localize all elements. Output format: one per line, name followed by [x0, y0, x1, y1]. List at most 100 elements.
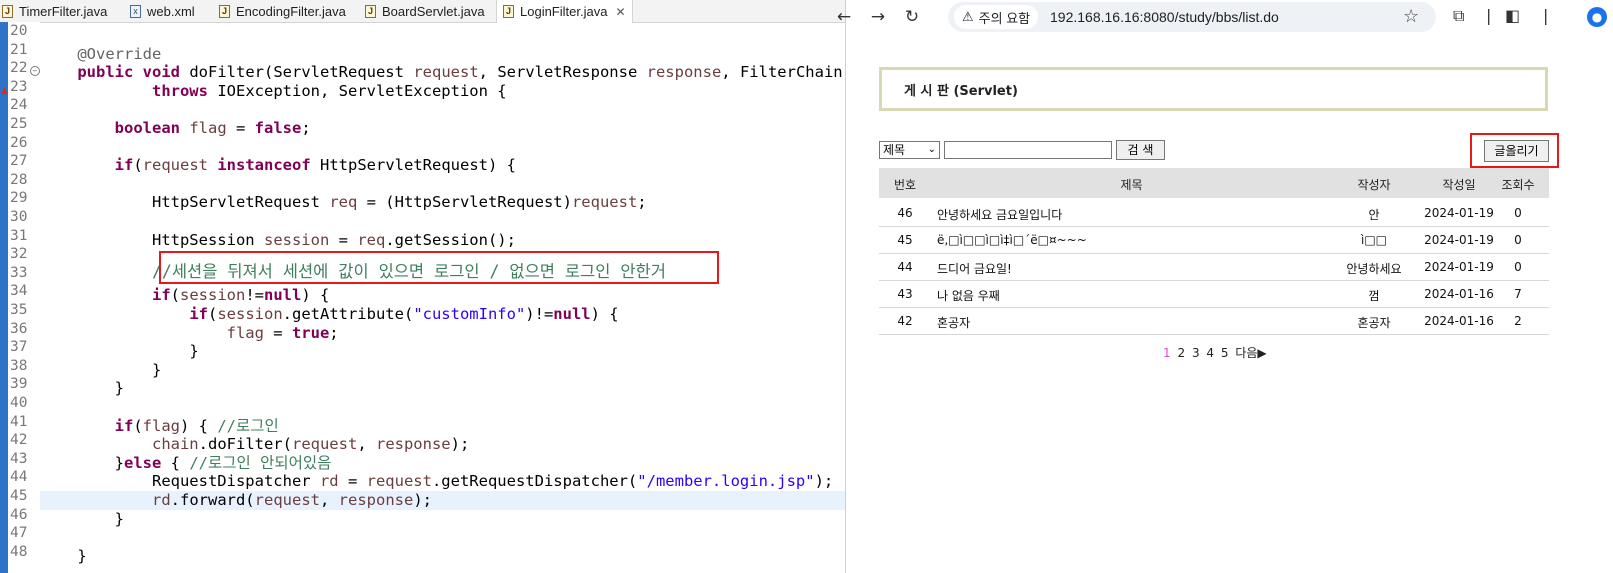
- code-line-44: RequestDispatcher rd = request.getReques…: [151, 472, 834, 491]
- code-line-37: }: [189, 342, 199, 361]
- row-author: 안: [1368, 208, 1380, 222]
- search-field-select[interactable]: 제목 ⌄: [879, 141, 940, 159]
- page-link-4[interactable]: 4: [1206, 346, 1214, 360]
- line-number: 32: [10, 246, 28, 263]
- tab-label: TimerFilter.java: [19, 3, 108, 19]
- code-line-41: if(flag) { //로그인: [114, 416, 279, 435]
- pagination: 1 2 3 4 5 다음▶: [1163, 344, 1270, 361]
- tab-label: EncodingFilter.java: [236, 3, 346, 19]
- back-icon[interactable]: ←: [833, 6, 855, 28]
- editor-tab-bar: J TimerFilter.java x web.xml J EncodingF…: [0, 0, 845, 23]
- bookmark-star-icon[interactable]: ☆: [1403, 6, 1419, 27]
- line-number: 38: [10, 357, 28, 374]
- row-subject-link[interactable]: 혼공자: [937, 314, 970, 331]
- tab-boardservlet[interactable]: J BoardServlet.java: [365, 0, 485, 22]
- page-link-2[interactable]: 2: [1177, 346, 1185, 360]
- row-num: 46: [897, 206, 913, 220]
- line-number: 31: [10, 227, 28, 244]
- row-num: 42: [897, 314, 913, 328]
- code-line-31: HttpSession session = req.getSession();: [151, 230, 516, 249]
- forward-icon[interactable]: →: [867, 6, 889, 28]
- table-row: 45 ë‚□ì□□ì□ì‡ì□´ë□¤~~~ ì□□ 2024-01-19 0: [879, 226, 1549, 254]
- row-subject-link[interactable]: 안녕하세요 금요일입니다: [937, 206, 1062, 223]
- row-date: 2024-01-19: [1424, 260, 1494, 274]
- row-num: 43: [897, 287, 913, 301]
- extensions-icon[interactable]: ⧉: [1453, 6, 1464, 26]
- column-header-num: 번호: [893, 178, 917, 192]
- board-title-box: 게 시 판 (Servlet): [879, 67, 1548, 111]
- table-row: 46 안녕하세요 금요일입니다 안 2024-01-19 0: [879, 199, 1549, 227]
- tab-loginfilter[interactable]: J LoginFilter.java ✕: [496, 0, 633, 23]
- line-number: 23: [10, 78, 28, 95]
- row-hits: 0: [1514, 233, 1522, 247]
- line-number: 27: [10, 153, 28, 170]
- page-link-3[interactable]: 3: [1192, 346, 1200, 360]
- tab-label: LoginFilter.java: [520, 4, 608, 19]
- row-hits: 7: [1514, 287, 1522, 301]
- row-date: 2024-01-16: [1424, 314, 1494, 328]
- line-number: 20: [10, 23, 28, 39]
- reload-icon[interactable]: ↻: [901, 6, 923, 28]
- security-chip[interactable]: ⚠ 주의 요함: [954, 5, 1039, 29]
- tab-label: web.xml: [147, 3, 195, 19]
- code-line-34: if(session!=null) {: [151, 286, 330, 305]
- code-line-21: @Override: [77, 44, 162, 63]
- row-num: 44: [897, 260, 913, 274]
- chevron-down-icon: ⌄: [927, 144, 936, 155]
- line-number: 29: [10, 190, 28, 207]
- row-date: 2024-01-19: [1424, 233, 1494, 247]
- line-number: 44: [10, 469, 28, 486]
- line-number: 43: [10, 450, 28, 467]
- tab-encodingfilter[interactable]: J EncodingFilter.java: [219, 0, 346, 22]
- code-line-25: boolean flag = false;: [114, 119, 311, 137]
- code-line-29: HttpServletRequest req = (HttpServletReq…: [151, 193, 647, 212]
- address-bar[interactable]: ⚠ 주의 요함 192.168.16.16:8080/study/bbs/lis…: [948, 2, 1436, 32]
- web-page: 게 시 판 (Servlet) 제목 ⌄ 검 색 글올리기 번호 제목 작성자 …: [846, 34, 1613, 573]
- table-header: 번호 제목 작성자 작성일 조회수: [879, 168, 1549, 198]
- java-file-icon: J: [503, 5, 514, 18]
- tab-timerfilter[interactable]: J TimerFilter.java: [2, 0, 107, 22]
- column-header-author: 작성자: [1357, 178, 1391, 192]
- board-title: 게 시 판 (Servlet): [904, 84, 1018, 99]
- tab-web-xml[interactable]: x web.xml: [130, 0, 195, 22]
- row-subject-link[interactable]: ë‚□ì□□ì□ì‡ì□´ë□¤~~~: [937, 233, 1087, 247]
- row-num: 45: [897, 233, 913, 247]
- table-row: 42 혼공자 혼공자 2024-01-16 2: [879, 307, 1549, 335]
- page-link-5[interactable]: 5: [1221, 346, 1229, 360]
- row-subject-link[interactable]: 드디어 금요일!: [937, 260, 1012, 277]
- row-hits: 0: [1514, 206, 1522, 220]
- line-number: 30: [10, 209, 28, 225]
- code-editor[interactable]: J TimerFilter.java x web.xml J EncodingF…: [0, 0, 846, 573]
- row-subject-link[interactable]: 나 없음 우째: [937, 287, 1000, 304]
- row-hits: 2: [1514, 314, 1522, 328]
- code-line-35: if(session.getAttribute("customInfo")!=n…: [189, 305, 619, 323]
- java-file-icon: J: [219, 4, 230, 18]
- line-number: 41: [10, 413, 28, 430]
- row-author: 혼공자: [1357, 316, 1391, 330]
- line-number: 40: [10, 395, 28, 411]
- warning-icon: ⚠: [962, 9, 974, 24]
- profile-avatar-icon[interactable]: ●: [1587, 7, 1607, 27]
- next-page-link[interactable]: 다음▶: [1235, 346, 1266, 360]
- row-author: 껌: [1368, 289, 1380, 303]
- divider: |: [1486, 6, 1492, 25]
- code-line-42: chain.doFilter(request, response);: [151, 435, 470, 454]
- line-number: 47: [10, 525, 28, 542]
- row-author: 안녕하세요: [1346, 262, 1402, 276]
- xml-file-icon: x: [130, 4, 141, 18]
- highlight-box-write-button: [1470, 133, 1559, 168]
- close-tab-icon[interactable]: ✕: [615, 5, 625, 19]
- url-text: 192.168.16.16:8080/study/bbs/list.do: [1050, 9, 1279, 25]
- search-button[interactable]: 검 색: [1116, 140, 1165, 160]
- page-link-1[interactable]: 1: [1163, 346, 1171, 360]
- tab-label: BoardServlet.java: [382, 3, 485, 19]
- table-row: 44 드디어 금요일! 안녕하세요 2024-01-19 0: [879, 253, 1549, 281]
- row-date: 2024-01-19: [1424, 206, 1494, 220]
- line-number: 22: [10, 60, 28, 77]
- change-ruler: [0, 22, 8, 573]
- search-field-selected: 제목: [883, 143, 906, 157]
- line-number: 39: [10, 376, 28, 393]
- side-panel-icon[interactable]: ◧: [1505, 6, 1520, 25]
- search-input[interactable]: [944, 141, 1112, 159]
- line-number: 33: [10, 264, 28, 281]
